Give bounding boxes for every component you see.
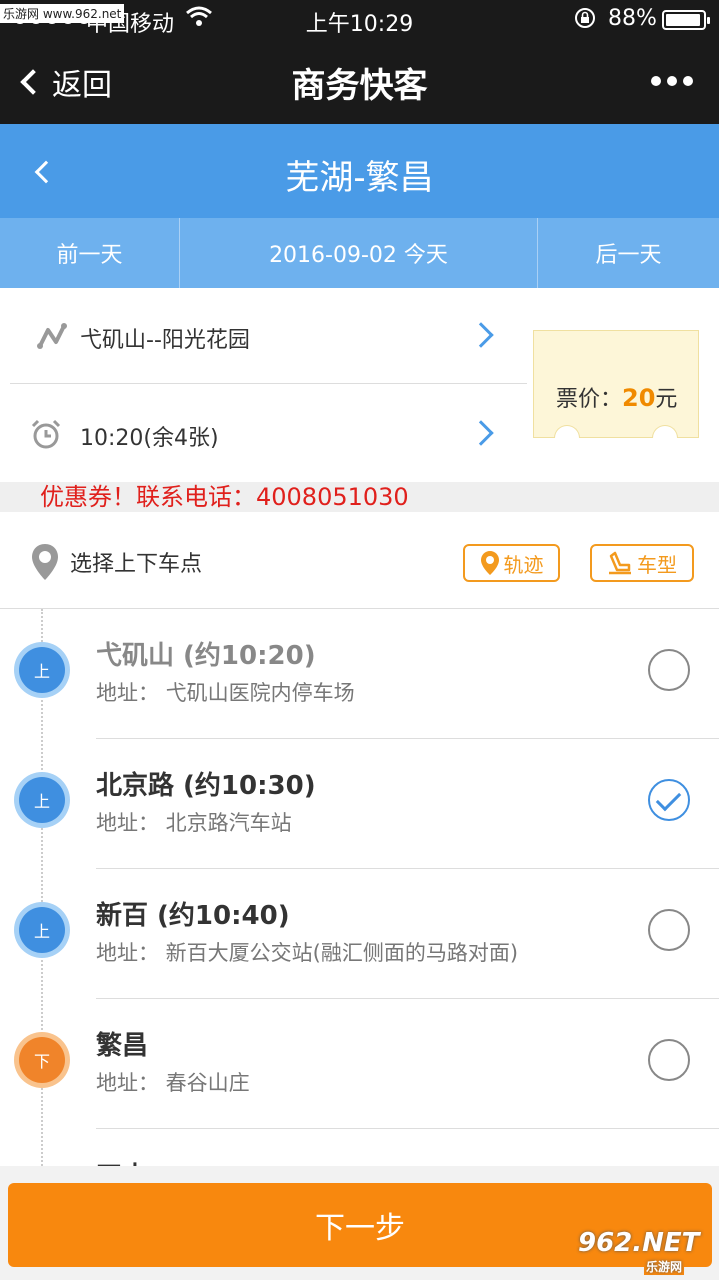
stop-address: 地址： 弋矶山医院内停车场 [96,681,355,705]
car-type-label: 车型 [637,552,677,577]
battery-percent: 88% [608,6,657,31]
stop-radio-checked[interactable] [648,779,690,821]
more-icon[interactable] [651,76,693,86]
badge-label: 上 [33,662,50,681]
prev-day-button[interactable]: 前一天 [0,218,180,288]
stop-header-label: 选择上下车点 [70,552,203,577]
stop-item[interactable]: 上 弋矶山 (约10:20) 地址： 弋矶山医院内停车场 [0,609,719,739]
day-switcher: 前一天 2016-09-02 今天 后一天 [0,218,719,288]
stop-radio[interactable] [648,1039,690,1081]
stop-name-partial: 四中 [96,1156,148,1166]
badge-label: 上 [33,922,50,941]
route-header: 芜湖-繁昌 [0,124,719,218]
track-label: 轨迹 [503,552,544,577]
stop-name: 北京路 (约10:30) [96,771,316,801]
alighting-badge: 下 [19,1037,65,1083]
stop-radio[interactable] [648,649,690,691]
stop-item[interactable]: 上 北京路 (约10:30) 地址： 北京路汽车站 [0,739,719,869]
boarding-badge: 上 [19,777,65,823]
boarding-badge: 上 [19,907,65,953]
stop-name: 新百 (约10:40) [96,901,290,931]
stop-address: 地址： 新百大厦公交站(融汇侧面的马路对面) [96,941,519,965]
price-value: 20 [622,384,656,412]
chevron-right-icon [468,420,494,446]
stop-name: 弋矶山 (约10:20) [96,641,316,671]
car-type-button[interactable]: 车型 [590,544,694,582]
watermark-main: 962.NET [578,1228,700,1258]
stop-address: 地址： 北京路汽车站 [96,811,292,835]
alarm-clock-icon [30,418,62,450]
ticket-price-card: 票价：20元 [533,330,699,438]
seat-icon [609,551,631,575]
watermark-logo: 962.NET 乐游网 [578,1228,714,1276]
divider [96,1128,719,1129]
ticket-notch [652,425,678,438]
map-pin-icon [480,551,499,575]
app-title: 商务快客 [291,66,428,106]
ticket-notch [554,425,580,438]
price-unit: 元 [655,387,678,412]
next-day-button[interactable]: 后一天 [538,218,719,288]
price-prefix: 票价： [556,387,623,412]
stop-item[interactable]: 上 新百 (约10:40) 地址： 新百大厦公交站(融汇侧面的马路对面) [0,869,719,999]
current-date[interactable]: 2016-09-02 今天 [180,218,538,288]
top-bar: 中国移动 上午10:29 88% 乐游网 www.962.net 返回 商务快客 [0,0,719,124]
trip-line-row[interactable]: 弋矶山--阳光花园 [10,288,527,384]
departure-label: 10:20(余4张) [80,426,219,451]
watermark-top: 乐游网 www.962.net [0,4,125,23]
departure-row[interactable]: 10:20(余4张) [0,386,527,482]
stop-address: 地址： 春谷山庄 [96,1071,250,1095]
stop-name: 繁昌 [96,1031,149,1061]
trip-line-label: 弋矶山--阳光花园 [80,328,250,353]
stop-item[interactable]: 下 繁昌 地址： 春谷山庄 [0,999,719,1129]
badge-label: 上 [33,792,50,811]
track-button[interactable]: 轨迹 [463,544,560,582]
rotation-lock-icon [573,6,597,36]
stop-radio[interactable] [648,909,690,951]
price-label: 票价：20元 [556,381,677,413]
boarding-badge: 上 [19,647,65,693]
battery-icon [662,10,710,30]
stop-selector-header: 选择上下车点 轨迹 车型 [0,512,719,609]
location-pin-icon [30,542,60,582]
watermark-sub: 乐游网 [644,1258,685,1275]
chevron-right-icon [468,322,494,348]
badge-label: 下 [33,1052,50,1071]
promo-marquee: 优惠券！联系电话：4008051030 [0,482,719,512]
route-title: 芜湖-繁昌 [285,158,434,198]
promo-text: 优惠券！联系电话：4008051030 [40,483,409,511]
route-icon [36,320,68,352]
